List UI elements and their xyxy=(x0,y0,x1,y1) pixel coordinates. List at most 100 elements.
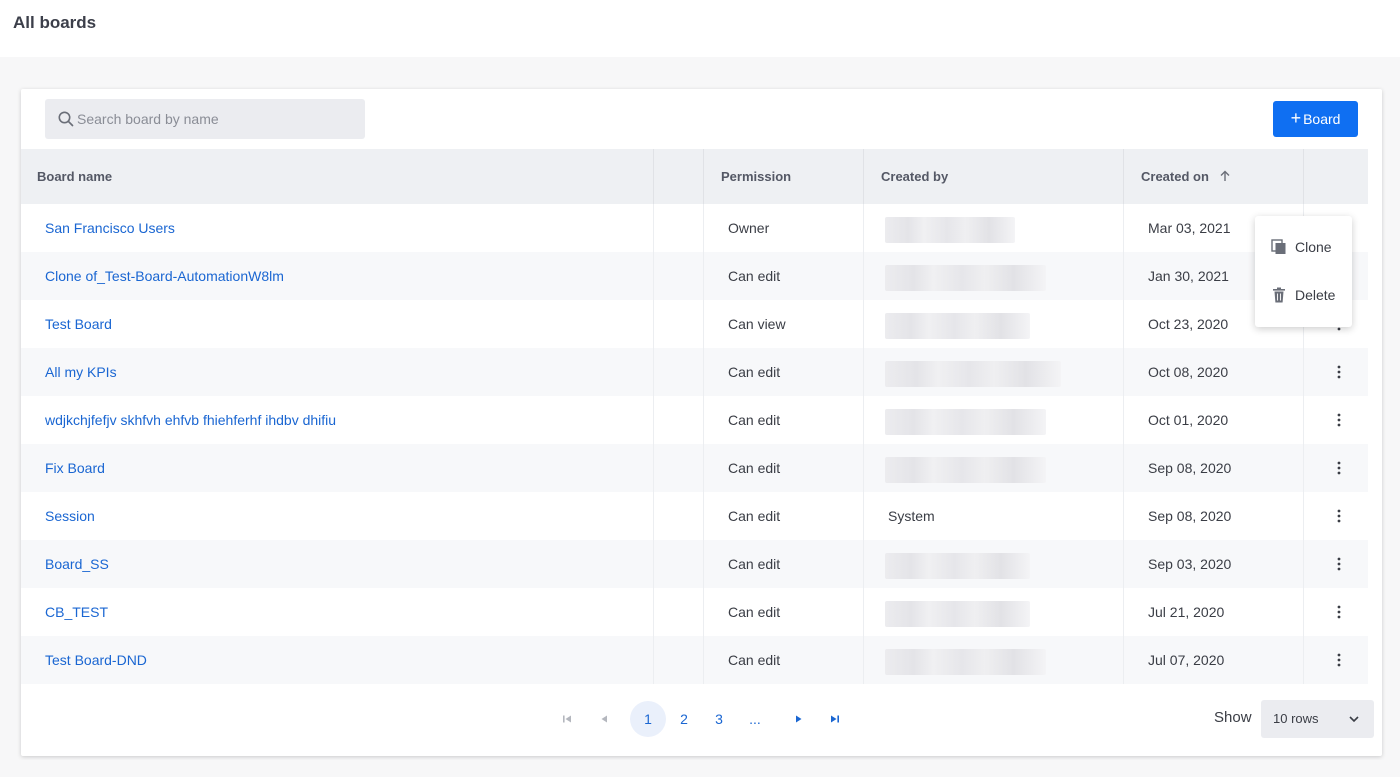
column-divider xyxy=(863,540,864,588)
delete-menu-item[interactable]: Delete xyxy=(1255,275,1352,315)
table-row[interactable]: wdjkchjfefjv skhfvh ehfvb fhiehferhf ihd… xyxy=(21,396,1368,444)
previous-page-icon[interactable] xyxy=(597,712,611,726)
created-on-cell: Sep 08, 2020 xyxy=(1148,508,1232,524)
board-name-link[interactable]: Board_SS xyxy=(45,540,109,588)
more-options-icon[interactable] xyxy=(1331,506,1347,526)
page-header: All boards xyxy=(0,0,1400,57)
more-options-icon[interactable] xyxy=(1331,362,1347,382)
board-name-link[interactable]: Test Board-DND xyxy=(45,636,147,684)
column-divider xyxy=(703,588,704,636)
created-on-cell: Sep 08, 2020 xyxy=(1148,460,1232,476)
column-divider xyxy=(653,492,654,540)
created-on-cell: Jan 30, 2021 xyxy=(1148,268,1229,284)
column-divider xyxy=(703,492,704,540)
last-page-icon[interactable] xyxy=(828,712,842,726)
more-options-icon[interactable] xyxy=(1331,458,1347,478)
redacted-creator xyxy=(885,313,1030,339)
column-divider xyxy=(1123,492,1124,540)
column-divider xyxy=(863,204,864,252)
arrow-up-icon[interactable] xyxy=(1219,170,1231,182)
column-divider xyxy=(1123,588,1124,636)
board-name-link[interactable]: Session xyxy=(45,492,95,540)
delete-label: Delete xyxy=(1295,287,1336,303)
page-button-1[interactable]: 1 xyxy=(630,701,666,737)
table-row[interactable]: CB_TEST Can edit Jul 21, 2020 xyxy=(21,588,1368,636)
table-row[interactable]: San Francisco Users Owner Mar 03, 2021 xyxy=(21,204,1368,252)
boards-card: + Board Board name Permission Created by… xyxy=(21,89,1382,756)
column-divider xyxy=(1303,492,1304,540)
table-row[interactable]: Clone of_Test-Board-AutomationW8lm Can ed… xyxy=(21,252,1368,300)
page-ellipsis[interactable]: ... xyxy=(737,701,773,737)
search-input[interactable] xyxy=(77,99,357,139)
search-box[interactable] xyxy=(45,99,365,139)
rows-per-page-value: 10 rows xyxy=(1273,711,1319,726)
column-divider xyxy=(863,588,864,636)
board-name-link[interactable]: CB_TEST xyxy=(45,588,108,636)
pagination-bar: 1 2 3 ... Show 10 rows xyxy=(21,684,1382,756)
redacted-creator xyxy=(885,409,1046,435)
board-name-link[interactable]: San Francisco Users xyxy=(45,204,175,252)
column-divider xyxy=(1123,348,1124,396)
rows-per-page-select[interactable]: 10 rows xyxy=(1261,700,1374,738)
table-row[interactable]: Test Board-DND Can edit Jul 07, 2020 xyxy=(21,636,1368,684)
column-divider xyxy=(863,636,864,684)
next-page-icon[interactable] xyxy=(792,712,806,726)
redacted-creator xyxy=(885,553,1030,579)
more-options-icon[interactable] xyxy=(1331,650,1347,670)
table-row[interactable]: Board_SS Can edit Sep 03, 2020 xyxy=(21,540,1368,588)
column-divider xyxy=(1123,444,1124,492)
page-button-3[interactable]: 3 xyxy=(701,701,737,737)
column-divider xyxy=(703,396,704,444)
column-header-created-by[interactable]: Created by xyxy=(881,149,948,204)
column-divider xyxy=(1123,252,1124,300)
board-name-link[interactable]: All my KPIs xyxy=(45,348,117,396)
column-divider xyxy=(1303,444,1304,492)
more-options-icon[interactable] xyxy=(1331,602,1347,622)
add-board-label: Board xyxy=(1303,111,1341,127)
table-row[interactable]: Fix Board Can edit Sep 08, 2020 xyxy=(21,444,1368,492)
page-footer-area xyxy=(0,760,1400,777)
board-name-link[interactable]: Clone of_Test-Board-AutomationW8lm xyxy=(45,252,284,300)
created-by-cell: System xyxy=(888,508,935,524)
add-board-button[interactable]: + Board xyxy=(1273,101,1358,137)
redacted-creator xyxy=(885,361,1061,387)
created-on-cell: Jul 07, 2020 xyxy=(1148,652,1225,668)
board-name-link[interactable]: Test Board xyxy=(45,300,112,348)
column-divider xyxy=(703,204,704,252)
table-row[interactable]: Session Can edit System Sep 08, 2020 xyxy=(21,492,1368,540)
search-icon xyxy=(58,111,74,127)
column-divider xyxy=(1123,540,1124,588)
created-on-cell: Jul 21, 2020 xyxy=(1148,604,1225,620)
show-label: Show xyxy=(1214,709,1252,726)
board-name-link[interactable]: Fix Board xyxy=(45,444,105,492)
column-header-board-name[interactable]: Board name xyxy=(37,149,112,204)
permission-cell: Can edit xyxy=(728,460,781,476)
page-button-2[interactable]: 2 xyxy=(666,701,702,737)
board-name-link[interactable]: wdjkchjfefjv skhfvh ehfvb fhiehferhf ihd… xyxy=(45,396,336,444)
column-divider xyxy=(653,588,654,636)
column-divider xyxy=(863,252,864,300)
column-divider xyxy=(653,348,654,396)
column-divider xyxy=(863,492,864,540)
permission-cell: Can edit xyxy=(728,604,781,620)
table-row[interactable]: All my KPIs Can edit Oct 08, 2020 xyxy=(21,348,1368,396)
clone-menu-item[interactable]: Clone xyxy=(1255,227,1352,267)
column-divider xyxy=(1123,300,1124,348)
redacted-creator xyxy=(885,217,1015,243)
column-header-created-on[interactable]: Created on xyxy=(1141,149,1231,204)
column-divider xyxy=(653,636,654,684)
column-divider xyxy=(1303,396,1304,444)
permission-cell: Can edit xyxy=(728,652,781,668)
table-row[interactable]: Test Board Can view Oct 23, 2020 xyxy=(21,300,1368,348)
column-divider xyxy=(863,149,864,204)
column-divider xyxy=(1303,588,1304,636)
row-actions-menu: Clone Delete xyxy=(1255,216,1352,327)
first-page-icon[interactable] xyxy=(560,712,574,726)
permission-cell: Can edit xyxy=(728,412,781,428)
chevron-down-icon xyxy=(1349,716,1359,723)
more-options-icon[interactable] xyxy=(1331,410,1347,430)
more-options-icon[interactable] xyxy=(1331,554,1347,574)
column-header-permission[interactable]: Permission xyxy=(721,149,791,204)
redacted-creator xyxy=(885,601,1030,627)
column-divider xyxy=(863,300,864,348)
